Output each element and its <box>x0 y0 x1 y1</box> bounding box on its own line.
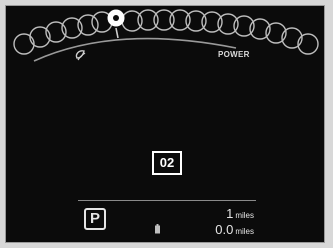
status-divider <box>78 200 256 201</box>
gauge-tick <box>115 27 119 39</box>
gauge-segment <box>169 9 191 31</box>
gauge-segment <box>137 9 159 31</box>
range-value: 0.0 <box>215 222 234 237</box>
trip-value: 1 <box>226 206 234 221</box>
range-unit: miles <box>235 227 254 236</box>
power-label: POWER <box>218 50 250 59</box>
battery-icon <box>155 224 160 234</box>
trip-unit: miles <box>235 211 254 220</box>
gauge-segment <box>13 33 35 55</box>
power-gauge <box>13 9 319 62</box>
gauge-segment <box>153 9 175 31</box>
instrument-display: POWER 02 P 1 miles 0.0 miles <box>5 5 325 243</box>
eco-leaf-icon <box>75 50 86 61</box>
gauge-segment <box>185 10 207 32</box>
message-code-badge: 02 <box>152 151 182 175</box>
screenshot-frame: POWER 02 P 1 miles 0.0 miles <box>0 0 333 248</box>
gauge-arc <box>33 37 237 62</box>
gauge-segment <box>297 33 319 55</box>
gauge-needle-center <box>113 15 119 21</box>
range-readout: 0.0 miles <box>215 221 254 239</box>
gear-indicator: P <box>84 208 106 230</box>
gauge-segment <box>121 10 143 32</box>
